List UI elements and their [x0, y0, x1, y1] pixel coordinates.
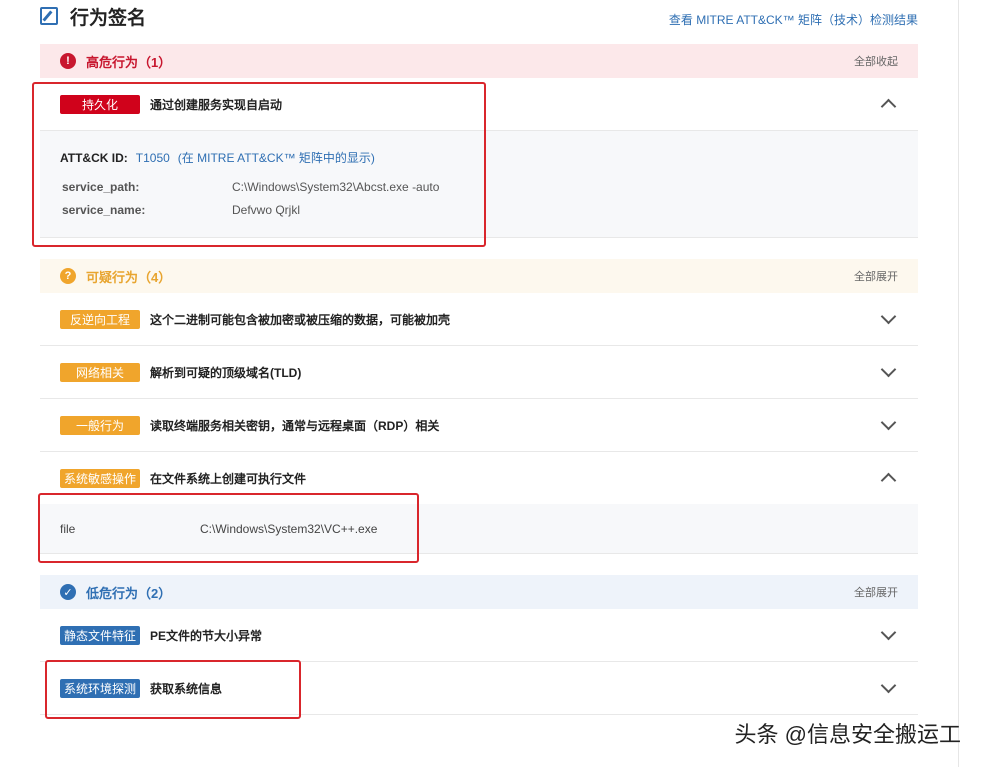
chevron-up-icon[interactable] [878, 468, 898, 488]
behavior-signatures: ! 高危行为（1） 全部收起 持久化 通过创建服务实现自启动 ATT&CK ID… [40, 44, 918, 715]
edit-icon [40, 7, 58, 25]
field-key: file [60, 522, 200, 536]
list-item[interactable]: 网络相关解析到可疑的顶级域名(TLD) [40, 346, 918, 399]
list-item[interactable]: 持久化 通过创建服务实现自启动 [40, 78, 918, 131]
detail-field: service_path:C:\Windows\System32\Abcst.e… [60, 180, 898, 194]
section-title: 可疑行为（4） [86, 267, 171, 286]
chevron-down-icon[interactable] [878, 415, 898, 435]
tag-badge: 静态文件特征 [60, 626, 140, 645]
field-value: C:\Windows\System32\Abcst.exe -auto [232, 180, 439, 194]
tag-badge: 系统环境探测 [60, 679, 140, 698]
item-description: 解析到可疑的顶级域名(TLD) [150, 364, 301, 381]
watermark: 头条 @信息安全搬运工 [735, 717, 961, 749]
tag-badge: 一般行为 [60, 416, 140, 435]
section-header-high: ! 高危行为（1） 全部收起 [40, 44, 918, 78]
attck-row: ATT&CK ID: T1050 (在 MITRE ATT&CK™ 矩阵中的显示) [60, 149, 898, 166]
section-title: 高危行为（1） [86, 52, 171, 71]
check-circle-icon: ✓ [60, 584, 76, 600]
list-item[interactable]: 一般行为读取终端服务相关密钥，通常与远程桌面（RDP）相关 [40, 399, 918, 452]
chevron-down-icon[interactable] [878, 678, 898, 698]
field-value: Defvwo Qrjkl [232, 203, 300, 217]
list-item[interactable]: 系统环境探测获取系统信息 [40, 662, 918, 715]
mitre-matrix-link[interactable]: 查看 MITRE ATT&CK™ 矩阵（技术）检测结果 [669, 11, 918, 28]
attck-label: ATT&CK ID: [60, 151, 128, 165]
attck-matrix-link[interactable]: (在 MITRE ATT&CK™ 矩阵中的显示) [178, 151, 375, 165]
item-description: PE文件的节大小异常 [150, 627, 262, 644]
item-description: 在文件系统上创建可执行文件 [150, 470, 306, 487]
page-title: 行为签名 [40, 4, 146, 28]
tag-badge: 反逆向工程 [60, 310, 140, 329]
field-key: service_name: [60, 203, 232, 217]
chevron-up-icon[interactable] [878, 94, 898, 114]
section-header-low: ✓ 低危行为（2） 全部展开 [40, 575, 918, 609]
tag-badge: 持久化 [60, 95, 140, 114]
item-description: 获取系统信息 [150, 680, 222, 697]
list-item[interactable]: 静态文件特征 PE文件的节大小异常 [40, 609, 918, 662]
collapse-all-button[interactable]: 全部收起 [854, 53, 898, 69]
list-item[interactable]: 系统敏感操作在文件系统上创建可执行文件 [40, 452, 918, 504]
chevron-down-icon[interactable] [878, 362, 898, 382]
field-value: C:\Windows\System32\VC++.exe [200, 522, 377, 536]
item-detail: ATT&CK ID:T1050(在 MITRE ATT&CK™ 矩阵中的显示) … [40, 131, 918, 238]
expand-all-button[interactable]: 全部展开 [854, 584, 898, 600]
item-description: 这个二进制可能包含被加密或被压缩的数据，可能被加壳 [150, 311, 450, 328]
field-key: service_path: [60, 180, 232, 194]
alert-icon: ! [60, 53, 76, 69]
section-title: 低危行为（2） [86, 583, 171, 602]
page-title-text: 行为签名 [70, 3, 146, 30]
item-description: 通过创建服务实现自启动 [150, 96, 282, 113]
divider [958, 0, 959, 767]
tag-badge: 系统敏感操作 [60, 469, 140, 488]
attck-id-link[interactable]: T1050 [136, 151, 170, 165]
item-detail: fileC:\Windows\System32\VC++.exe [40, 504, 918, 554]
detail-field: service_name:Defvwo Qrjkl [60, 203, 898, 217]
expand-all-button[interactable]: 全部展开 [854, 268, 898, 284]
section-header-suspicious: ? 可疑行为（4） 全部展开 [40, 259, 918, 293]
chevron-down-icon[interactable] [878, 625, 898, 645]
tag-badge: 网络相关 [60, 363, 140, 382]
item-description: 读取终端服务相关密钥，通常与远程桌面（RDP）相关 [150, 417, 439, 434]
question-icon: ? [60, 268, 76, 284]
chevron-down-icon[interactable] [878, 309, 898, 329]
list-item[interactable]: 反逆向工程这个二进制可能包含被加密或被压缩的数据，可能被加壳 [40, 293, 918, 346]
